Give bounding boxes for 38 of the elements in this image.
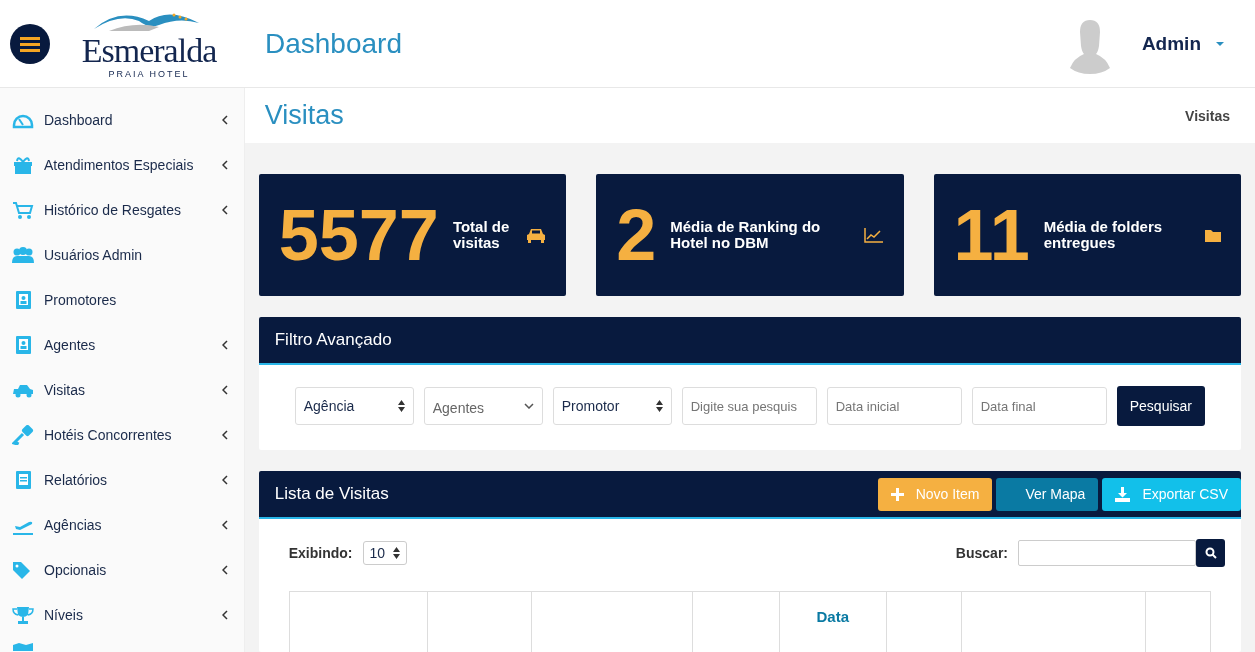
sidebar-item[interactable]: Relatórios	[0, 457, 244, 502]
column-header[interactable]: Data	[816, 608, 849, 625]
sidebar-item[interactable]: Promotores	[0, 277, 244, 322]
page-size-select[interactable]: 10	[362, 541, 408, 565]
stat-value: 5577	[278, 194, 439, 276]
map-button[interactable]: Ver Mapa	[996, 477, 1099, 511]
user-name[interactable]: Admin	[1141, 32, 1201, 55]
sidebar-item[interactable]: Dashboard	[0, 97, 244, 142]
show-label: Exibindo:	[288, 545, 353, 561]
sidebar-item[interactable]: Agentes	[0, 322, 244, 367]
input-field[interactable]: Digite sua pesquis	[681, 387, 817, 425]
select-field[interactable]: Promotor	[552, 387, 672, 425]
panel-title: Lista de Visitas	[274, 484, 389, 504]
stat-label: Média de Ranking do Hotel no DBM	[670, 219, 822, 251]
section-title: Visitas	[264, 100, 344, 131]
input-field[interactable]: Data inicial	[826, 387, 962, 425]
sidebar-item[interactable]: Visitas	[0, 367, 244, 412]
stat-label: Média de folders entregues	[1043, 219, 1164, 251]
page-title: Dashboard	[265, 27, 403, 60]
sidebar-item[interactable]: Agências	[0, 502, 244, 547]
stat-value: 2	[616, 194, 657, 276]
stat-value: 11	[953, 194, 1030, 276]
input-field[interactable]: Data final	[971, 387, 1107, 425]
select-field[interactable]: Agentes	[423, 387, 543, 425]
sidebar-item[interactable]: Atendimentos Especiais	[0, 142, 244, 187]
stat-label: Total de visitas	[452, 219, 511, 251]
sidebar-item[interactable]: Opcionais	[0, 547, 244, 592]
sidebar-item[interactable]: Usuários Admin	[0, 232, 244, 277]
sidebar-item[interactable]: Histórico de Resgates	[0, 187, 244, 232]
panel-title: Filtro Avançado	[274, 330, 392, 350]
search-label: Buscar:	[955, 545, 1008, 561]
select-field[interactable]: Agência	[294, 387, 414, 425]
logo-subtitle: PRAIA HOTEL	[108, 68, 190, 79]
sidebar-item[interactable]: Hotéis Concorrentes	[0, 412, 244, 457]
breadcrumb: Visitas	[1185, 107, 1230, 124]
search-button[interactable]: Pesquisar	[1116, 386, 1205, 426]
logo-name: Esmeralda	[81, 34, 217, 67]
sidebar-item[interactable]: Níveis	[0, 592, 244, 637]
